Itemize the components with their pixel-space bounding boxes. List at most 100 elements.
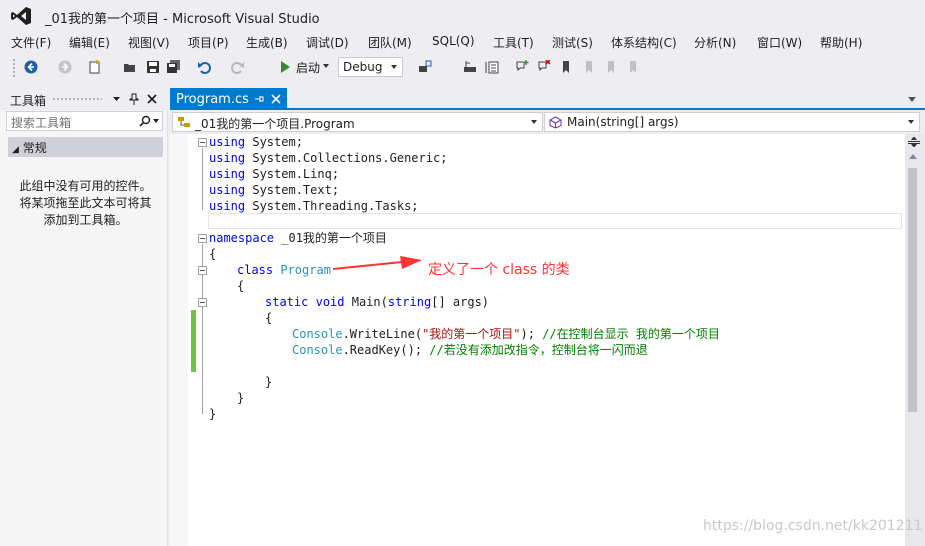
tab-program-cs[interactable]: Program.cs [170, 88, 287, 110]
code-line-11: static void Main(string[] args) [265, 295, 490, 309]
code-editor[interactable]: using System; using System.Collections.G… [170, 134, 905, 546]
undo-icon[interactable] [197, 60, 211, 74]
scrollbar-thumb[interactable] [908, 168, 917, 412]
annotation-text: 定义了一个 class 的类 [428, 262, 570, 278]
code-line-5: using System.Threading.Tasks; [209, 199, 419, 213]
code-line-17: } [237, 391, 245, 405]
editor-gutter [170, 134, 188, 546]
tab-label: Program.cs [176, 92, 249, 107]
tab-overflow-dropdown-icon[interactable] [908, 97, 916, 102]
code-line-16: } [265, 375, 273, 389]
tab-close-icon[interactable] [271, 94, 281, 104]
search-options-dropdown-icon[interactable] [153, 119, 159, 123]
code-line-9: class Program [237, 263, 331, 277]
change-tracking-bar [191, 310, 196, 372]
collapse-method-toggle[interactable] [198, 298, 207, 307]
menu-item-13[interactable]: 帮助(H) [820, 34, 862, 51]
vertical-scrollbar[interactable] [905, 134, 925, 546]
watermark: https://blog.csdn.net/kk201211 [703, 518, 923, 534]
navigate-back-icon[interactable] [24, 60, 38, 74]
collapse-class-toggle[interactable] [198, 266, 207, 275]
collapse-triangle-icon: ◢ [12, 145, 19, 155]
menu-item-0[interactable]: 文件(F) [11, 34, 51, 51]
toolbox-panel: 工具箱 搜索工具箱 ◢ 常规 此组中没有可用的控件。 将某项拖至此文本可将其 添… [0, 88, 168, 546]
method-icon [549, 116, 562, 129]
bookmark-icon[interactable] [559, 60, 573, 74]
open-file-icon[interactable] [123, 60, 137, 74]
window-position-dropdown-icon[interactable] [113, 97, 120, 101]
remove-comment-icon[interactable] [537, 60, 551, 74]
visual-studio-logo-icon [11, 7, 31, 25]
next-bookmark-icon[interactable] [604, 60, 618, 74]
menu-item-12[interactable]: 窗口(W) [757, 34, 802, 51]
menu-item-1[interactable]: 编辑(E) [69, 34, 110, 51]
class-icon [178, 117, 190, 127]
toolbox-group-general[interactable]: ◢ 常规 [8, 137, 163, 157]
menu-item-3[interactable]: 项目(P) [188, 34, 229, 51]
redo-icon[interactable] [231, 60, 245, 74]
new-project-icon[interactable] [88, 60, 102, 74]
code-line-4: using System.Text; [209, 183, 340, 197]
tab-pin-icon[interactable] [254, 94, 264, 104]
toolbox-empty-line2: 将某项拖至此文本可将其 [19, 196, 152, 210]
menu-item-5[interactable]: 调试(D) [306, 34, 349, 51]
start-dropdown-arrow-icon[interactable] [323, 64, 329, 68]
code-line-1: using System; [209, 135, 303, 149]
search-icon[interactable] [139, 115, 151, 127]
menu-bar: 文件(F) 编辑(E) 视图(V) 项目(P) 生成(B) 调试(D) 团队(M) SQL(Q… [0, 32, 925, 52]
solution-explorer-icon[interactable] [463, 60, 477, 74]
menu-item-2[interactable]: 视图(V) [128, 34, 170, 51]
scroll-up-icon[interactable] [909, 154, 917, 159]
navigation-bar: _01我的第一个项目.Program Main(string[] args) [170, 110, 925, 134]
code-line-3: using System.Linq; [209, 167, 340, 181]
chevron-down-icon [908, 120, 914, 124]
standard-toolbar: 启动 [0, 54, 925, 82]
menu-item-11[interactable]: 分析(N) [694, 34, 736, 51]
code-line-2: using System.Collections.Generic; [209, 151, 448, 165]
toolbox-group-label: 常规 [22, 141, 47, 155]
annotation-arrow-icon [332, 256, 422, 270]
solution-configuration-value: Debug [343, 60, 383, 74]
menu-item-7[interactable]: SQL(Q) [432, 34, 475, 48]
find-in-files-icon[interactable] [418, 60, 432, 74]
code-line-13: Console.WriteLine("我的第一个项目"); //在控制台显示 我… [292, 327, 720, 341]
navigate-forward-icon[interactable] [58, 60, 72, 74]
prev-bookmark-icon[interactable] [582, 60, 596, 74]
member-navigation-value: Main(string[] args) [567, 115, 679, 129]
close-icon[interactable] [147, 94, 157, 104]
code-line-8: { [209, 247, 217, 261]
add-comment-icon[interactable] [515, 60, 529, 74]
toolbox-search-input[interactable]: 搜索工具箱 [6, 111, 163, 131]
toolbox-header: 工具箱 [0, 88, 168, 110]
toolbox-empty-line1: 此组中没有可用的控件。 [19, 179, 152, 193]
collapse-namespace-toggle[interactable] [198, 234, 207, 243]
toolbar-grip[interactable] [12, 58, 16, 78]
menu-item-8[interactable]: 工具(T) [493, 34, 534, 51]
member-navigation-dropdown[interactable]: Main(string[] args) [544, 112, 920, 132]
menu-item-4[interactable]: 生成(B) [246, 34, 288, 51]
split-window-icon[interactable] [908, 137, 920, 147]
chevron-down-icon [391, 65, 397, 69]
panel-drag-grip[interactable] [52, 97, 102, 102]
code-line-14: Console.ReadKey(); //若没有添加改指令，控制台将一闪而退 [292, 343, 648, 357]
start-button-label[interactable]: 启动 [296, 59, 320, 76]
type-navigation-dropdown[interactable]: _01我的第一个项目.Program [172, 112, 543, 132]
code-line-10: { [237, 279, 245, 293]
toolbox-empty-message: 此组中没有可用的控件。 将某项拖至此文本可将其 添加到工具箱。 [8, 178, 163, 229]
collapse-usings-toggle[interactable] [198, 138, 207, 147]
solution-configuration-dropdown[interactable]: Debug [338, 57, 403, 77]
properties-icon[interactable] [485, 60, 499, 74]
menu-item-9[interactable]: 测试(S) [552, 34, 593, 51]
toolbox-title: 工具箱 [10, 94, 47, 108]
type-navigation-value: _01我的第一个项目.Program [195, 117, 355, 131]
start-debugging-icon[interactable] [278, 60, 292, 74]
clear-bookmarks-icon[interactable] [626, 60, 640, 74]
pin-icon[interactable] [129, 93, 139, 105]
outline-guide [202, 148, 203, 210]
save-icon[interactable] [146, 60, 160, 74]
menu-item-10[interactable]: 体系结构(C) [611, 34, 677, 51]
menu-item-6[interactable]: 团队(M) [368, 34, 412, 51]
save-all-icon[interactable] [167, 60, 181, 74]
code-line-18: } [209, 407, 217, 421]
window-title: _01我的第一个项目 - Microsoft Visual Studio [45, 12, 320, 27]
